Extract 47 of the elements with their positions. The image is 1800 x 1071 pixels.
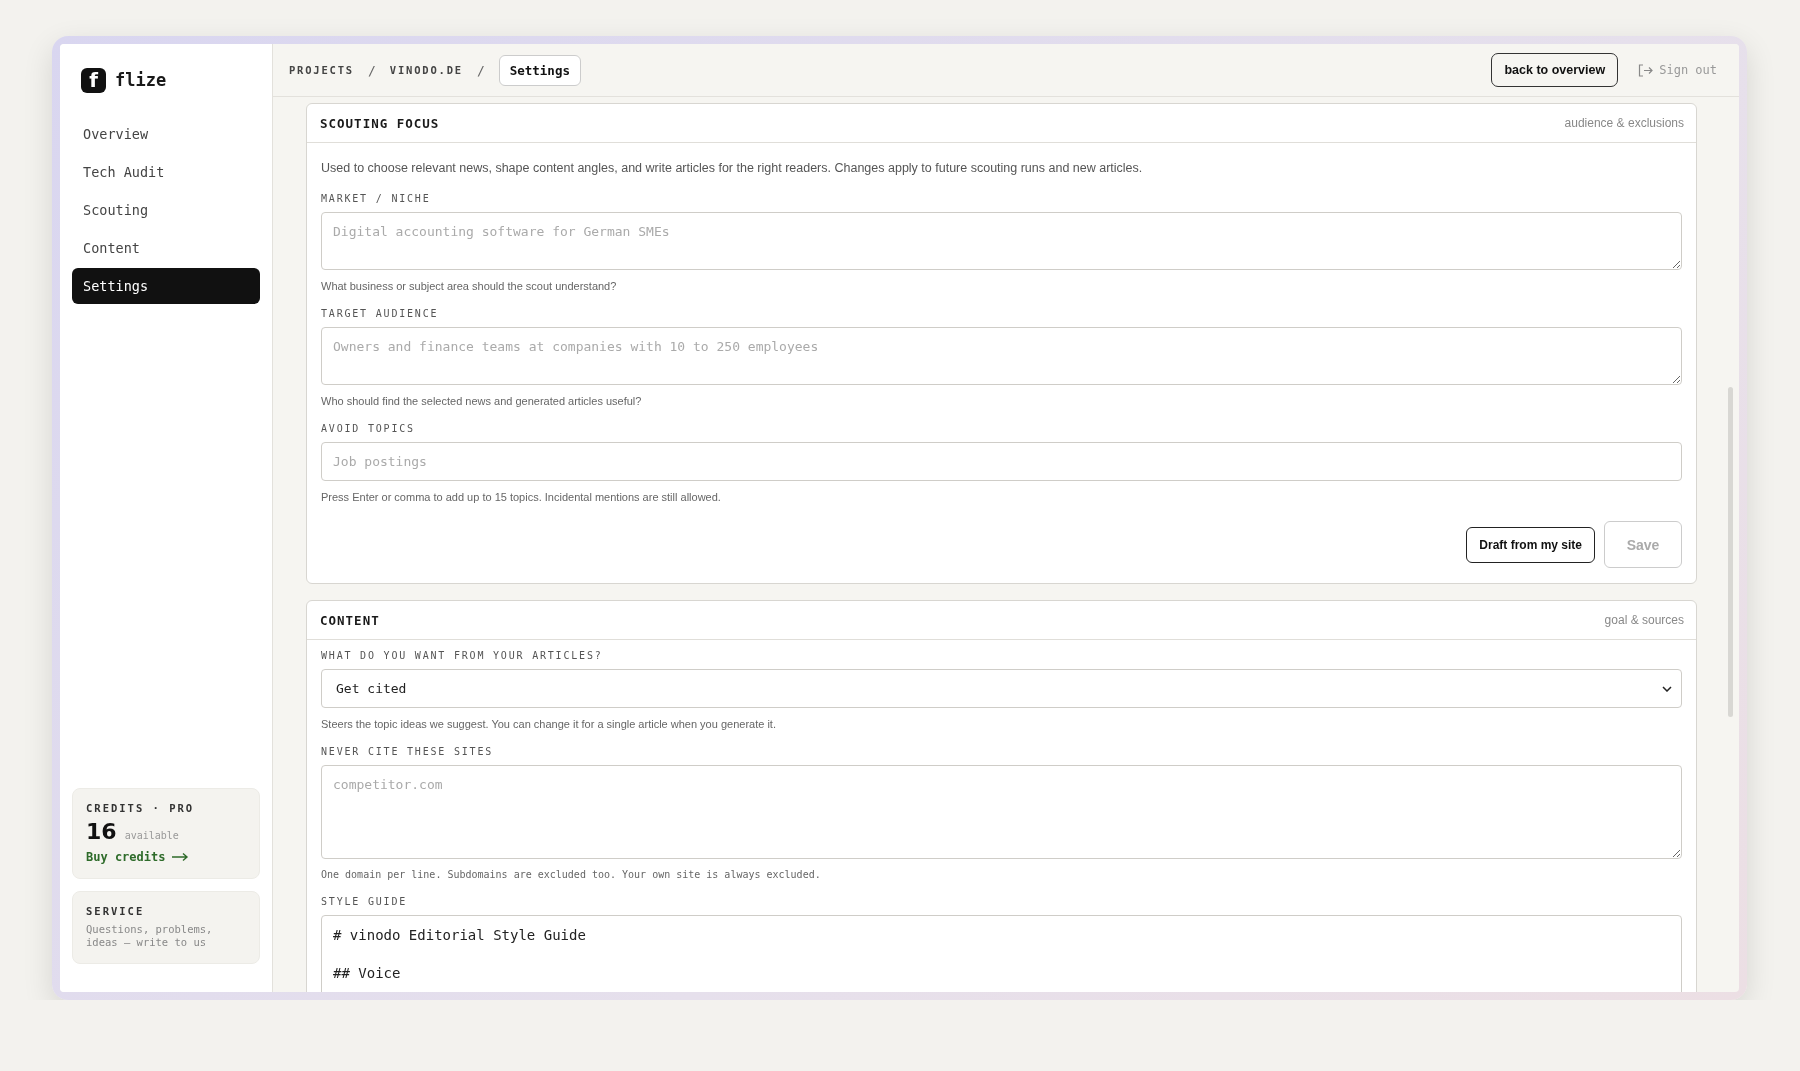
back-button[interactable]: back to overview — [1491, 53, 1619, 87]
field-label: NEVER CITE THESE SITES — [321, 746, 495, 757]
section-subtitle: audience & exclusions — [1564, 116, 1684, 130]
nav-item[interactable]: Tech Audit — [72, 154, 260, 190]
help-text: Steers the topic ideas we suggest. You can change it for a single article when you generate it. — [321, 718, 777, 730]
breadcrumb-link[interactable]: PROJECTS — [289, 64, 354, 76]
brand-name: flize — [115, 70, 167, 90]
text-area[interactable]: Digital accounting software for German SMEs — [321, 212, 1682, 270]
breadcrumb-link[interactable]: VINODO.DE — [389, 64, 463, 76]
nav-item[interactable]: Scouting — [72, 192, 260, 228]
service-title: SERVICE — [86, 904, 146, 917]
help-text: Press Enter or comma to add up to 15 topics. Incidental mentions are still allowed. — [321, 491, 722, 503]
service-text: Questions, problems, ideas — write to us — [86, 922, 214, 950]
field-label: AVOID TOPICS — [321, 423, 416, 434]
scrollbar[interactable] — [1728, 387, 1733, 717]
credits-count: 16 — [86, 818, 117, 844]
field-label: WHAT DO YOU WANT FROM YOUR ARTICLES? — [321, 650, 604, 661]
help-text: What business or subject area should the scout understand? — [321, 280, 618, 292]
action-button[interactable]: Draft from my site — [1466, 526, 1595, 563]
chevron-icon — [1662, 685, 1672, 692]
nav-item[interactable]: Settings — [72, 268, 260, 304]
breadcrumb-separator: / — [476, 62, 485, 78]
text-area[interactable]: Owners and finance teams at companies with 10 to 250 employees — [321, 327, 1682, 385]
section-title: CONTENT — [320, 612, 380, 628]
section-subtitle: goal & sources — [1604, 613, 1684, 627]
text-area[interactable]: # vinodo Editorial Style Guide ## Voice — [321, 915, 1682, 992]
nav-item[interactable]: Overview — [72, 116, 260, 152]
section-title: SCOUTING FOCUS — [320, 115, 440, 131]
help-text: One domain per line. Subdomains are excluded too. Your own site is always excluded. — [321, 869, 822, 880]
input-field[interactable]: Job postings — [321, 442, 1682, 481]
breadcrumb-current[interactable]: Settings — [498, 54, 581, 86]
buy-credits-link[interactable]: Buy credits — [86, 849, 190, 864]
logo-icon: f — [81, 67, 106, 93]
field-label: MARKET / NICHE — [321, 193, 432, 204]
breadcrumb-separator: / — [368, 62, 376, 78]
field-label: TARGET AUDIENCE — [321, 308, 440, 319]
credits-label: available — [124, 829, 179, 841]
field-label: STYLE GUIDE — [321, 896, 409, 907]
sign-out-icon — [1638, 63, 1654, 77]
text-area[interactable]: competitor.com — [321, 765, 1682, 859]
service-card[interactable]: SERVICE Questions, problems, ideas — write to us — [72, 890, 260, 964]
arrow-icon — [171, 851, 190, 862]
dropdown[interactable]: Get cited — [321, 669, 1682, 708]
nav-item[interactable]: Content — [72, 230, 260, 266]
section-description: Used to choose relevant news, shape content angles, and write articles for the right readers. Changes apply to future scouting runs and new articles. — [321, 161, 1144, 175]
credits-title: CREDITS · PRO — [86, 801, 196, 814]
help-text: Who should find the selected news and generated articles useful? — [321, 395, 643, 407]
